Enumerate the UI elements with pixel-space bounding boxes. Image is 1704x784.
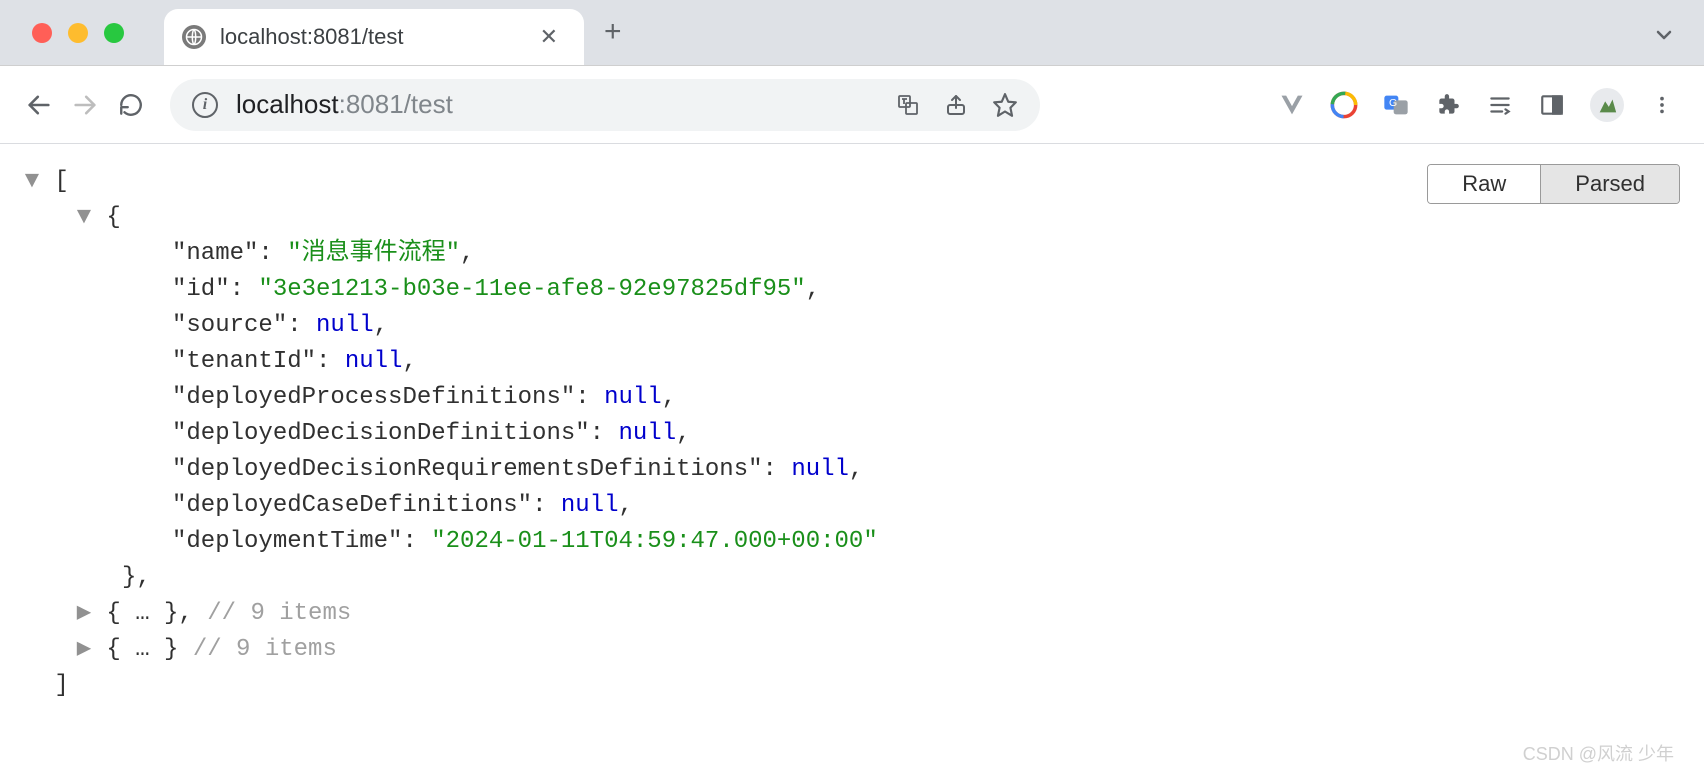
forward-button[interactable] xyxy=(68,88,102,122)
json-value: "消息事件流程" xyxy=(287,240,460,267)
json-brace-close: }, xyxy=(122,564,151,591)
json-value: null xyxy=(604,384,662,411)
color-circle-extension-icon[interactable] xyxy=(1330,91,1358,119)
json-bracket-open: [ xyxy=(54,168,68,195)
watermark-text: CSDN @风流 少年 xyxy=(1523,740,1674,766)
json-value: null xyxy=(316,312,374,339)
json-collapsed-object[interactable]: { … }, xyxy=(106,600,192,627)
browser-toolbar: i localhost:8081/test G xyxy=(0,66,1704,144)
view-toggle: Raw Parsed xyxy=(1427,164,1680,204)
json-collapsed-object[interactable]: { … } xyxy=(106,636,178,663)
json-brace-open: { xyxy=(106,204,120,231)
json-key: "name" xyxy=(172,240,258,267)
minimize-window-button[interactable] xyxy=(68,23,88,43)
json-item-count: // 9 items xyxy=(193,600,351,627)
translate-icon[interactable] xyxy=(896,93,920,117)
json-key: "id" xyxy=(172,276,230,303)
collapse-toggle-icon[interactable]: ▼ xyxy=(76,200,92,236)
json-value: null xyxy=(561,492,619,519)
tabs-dropdown-icon[interactable] xyxy=(1652,23,1676,47)
reading-list-icon[interactable] xyxy=(1486,91,1514,119)
raw-view-button[interactable]: Raw xyxy=(1428,165,1541,203)
json-item-count: // 9 items xyxy=(178,636,336,663)
collapse-toggle-icon[interactable]: ▼ xyxy=(24,164,40,200)
maximize-window-button[interactable] xyxy=(104,23,124,43)
json-key: "deploymentTime" xyxy=(172,528,402,555)
json-bracket-close: ] xyxy=(54,672,68,699)
json-value: "3e3e1213-b03e-11ee-afe8-92e97825df95" xyxy=(258,276,805,303)
address-bar[interactable]: i localhost:8081/test xyxy=(170,79,1040,131)
parsed-view-button[interactable]: Parsed xyxy=(1541,165,1679,203)
url-text: localhost:8081/test xyxy=(236,89,453,120)
url-host: localhost xyxy=(236,89,339,119)
json-value: null xyxy=(618,420,676,447)
browser-tab[interactable]: localhost:8081/test ✕ xyxy=(164,9,584,65)
profile-avatar[interactable] xyxy=(1590,88,1624,122)
window-controls xyxy=(0,23,124,65)
json-value: "2024-01-11T04:59:47.000+00:00" xyxy=(431,528,877,555)
reload-button[interactable] xyxy=(114,88,148,122)
vue-extension-icon[interactable] xyxy=(1278,91,1306,119)
json-key: "deployedCaseDefinitions" xyxy=(172,492,532,519)
tab-bar: localhost:8081/test ✕ + xyxy=(0,0,1704,66)
google-translate-extension-icon[interactable]: G xyxy=(1382,91,1410,119)
new-tab-button[interactable]: + xyxy=(604,15,622,65)
close-window-button[interactable] xyxy=(32,23,52,43)
bookmark-star-icon[interactable] xyxy=(992,92,1018,118)
globe-icon xyxy=(182,25,206,49)
json-value: null xyxy=(345,348,403,375)
close-tab-button[interactable]: ✕ xyxy=(534,24,564,50)
back-button[interactable] xyxy=(22,88,56,122)
json-key: "tenantId" xyxy=(172,348,316,375)
json-key: "deployedDecisionRequirementsDefinitions… xyxy=(172,456,763,483)
json-viewer: Raw Parsed ▼ [ ▼ { "name": "消息事件流程", "id… xyxy=(0,144,1704,784)
extension-icons: G xyxy=(1278,88,1682,122)
json-key: "deployedDecisionDefinitions" xyxy=(172,420,590,447)
json-key: "deployedProcessDefinitions" xyxy=(172,384,575,411)
extensions-puzzle-icon[interactable] xyxy=(1434,91,1462,119)
json-key: "source" xyxy=(172,312,287,339)
url-path: :8081/test xyxy=(339,89,453,119)
share-icon[interactable] xyxy=(944,93,968,117)
site-info-icon[interactable]: i xyxy=(192,92,218,118)
side-panel-icon[interactable] xyxy=(1538,91,1566,119)
svg-text:G: G xyxy=(1389,97,1397,109)
json-value: null xyxy=(791,456,849,483)
expand-toggle-icon[interactable]: ▶ xyxy=(76,632,92,668)
expand-toggle-icon[interactable]: ▶ xyxy=(76,596,92,632)
tab-title: localhost:8081/test xyxy=(220,24,403,50)
kebab-menu-icon[interactable] xyxy=(1648,91,1676,119)
